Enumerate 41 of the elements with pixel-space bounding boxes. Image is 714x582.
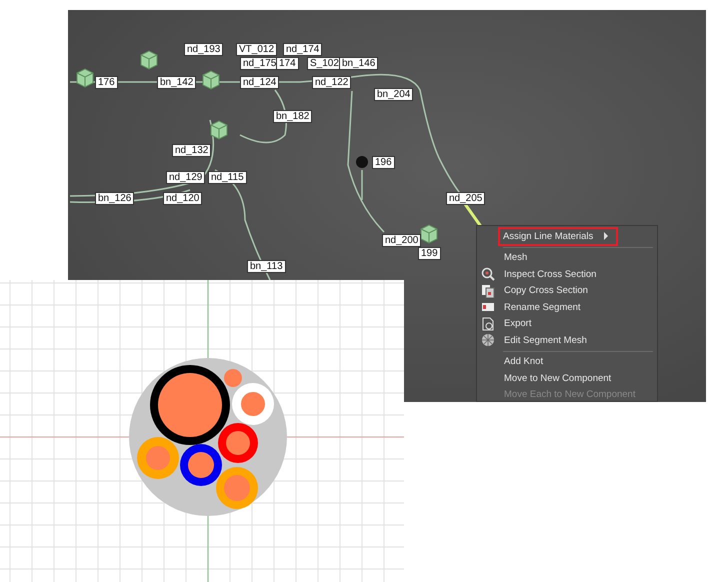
cube-icon[interactable] [76, 68, 94, 88]
node-label: VT_012 [236, 43, 278, 56]
menu-item[interactable]: Move to New Component [477, 370, 657, 386]
node-dot[interactable] [356, 156, 368, 168]
menu-item[interactable]: Add Knot [477, 354, 657, 370]
cube-icon[interactable] [210, 120, 228, 140]
node-label: nd_200 [382, 234, 422, 247]
inspect-icon [481, 267, 495, 282]
node-label: nd_120 [163, 192, 202, 205]
menu-item[interactable]: Copy Cross Section [477, 282, 657, 299]
node-label: nd_124 [240, 76, 280, 89]
node-label: bn_113 [247, 260, 286, 273]
cube-icon[interactable] [202, 70, 220, 90]
node-label: nd_193 [184, 43, 224, 56]
export-icon [481, 316, 495, 331]
node-label: bn_142 [157, 76, 196, 89]
node-label: nd_205 [446, 192, 486, 205]
mesh-icon [481, 333, 495, 348]
node-label: nd_174 [283, 43, 322, 56]
node-label: nd_115 [208, 171, 247, 184]
node-label: bn_126 [95, 192, 134, 205]
node-label: nd_129 [166, 171, 206, 184]
cube-icon[interactable] [420, 224, 438, 244]
node-label: nd_132 [172, 144, 212, 157]
node-label: 196 [372, 156, 395, 169]
menu-item[interactable]: Inspect Cross Section [477, 266, 657, 282]
node-label: bn_204 [374, 88, 414, 101]
node-label: bn_146 [339, 57, 378, 70]
node-label: 174 [276, 57, 299, 70]
node-label: bn_182 [273, 110, 312, 123]
node-label: 176 [95, 76, 118, 89]
node-label: 199 [418, 247, 441, 260]
cube-icon[interactable] [140, 50, 158, 70]
node-label: nd_122 [312, 76, 352, 89]
menu-item[interactable]: Export [477, 316, 657, 332]
node-label: S_102 [307, 57, 342, 70]
menu-item[interactable]: Edit Segment Mesh [477, 332, 657, 348]
menu-item[interactable]: Mesh [477, 250, 657, 266]
menu-item[interactable]: Assign Line Materials [499, 228, 617, 244]
copy-icon [481, 284, 495, 298]
menu-item[interactable]: Rename Segment [477, 299, 657, 316]
